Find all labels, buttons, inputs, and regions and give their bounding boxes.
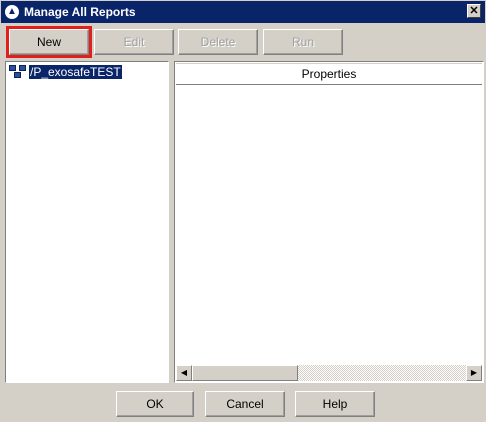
cancel-button[interactable]: Cancel (205, 391, 285, 417)
tree-network-icon (9, 65, 27, 79)
close-button[interactable]: ✕ (467, 4, 481, 18)
window-title: Manage All Reports (24, 5, 136, 19)
tree-item-label: /P_exosafeTEST (29, 65, 122, 79)
scroll-right-icon[interactable]: ▶ (466, 365, 482, 381)
manage-reports-dialog: ▲ Manage All Reports ✕ New Edit Delete R… (0, 0, 486, 422)
delete-button[interactable]: Delete (178, 29, 258, 55)
scroll-left-icon[interactable]: ◀ (176, 365, 192, 381)
ok-button[interactable]: OK (116, 391, 194, 417)
tree-item[interactable]: /P_exosafeTEST (9, 65, 122, 79)
help-button[interactable]: Help (295, 391, 375, 417)
properties-panel[interactable]: Properties ◀ ▶ (174, 61, 484, 383)
run-button[interactable]: Run (263, 29, 343, 55)
app-logo-icon: ▲ (5, 5, 19, 19)
edit-button[interactable]: Edit (94, 29, 174, 55)
report-tree[interactable]: /P_exosafeTEST (5, 61, 169, 383)
scroll-track[interactable] (298, 365, 466, 381)
title-bar[interactable]: ▲ Manage All Reports ✕ (1, 1, 485, 23)
properties-header: Properties (176, 63, 482, 85)
scroll-thumb[interactable] (192, 365, 298, 381)
horizontal-scrollbar[interactable]: ◀ ▶ (176, 365, 482, 381)
new-button[interactable]: New (6, 26, 92, 58)
